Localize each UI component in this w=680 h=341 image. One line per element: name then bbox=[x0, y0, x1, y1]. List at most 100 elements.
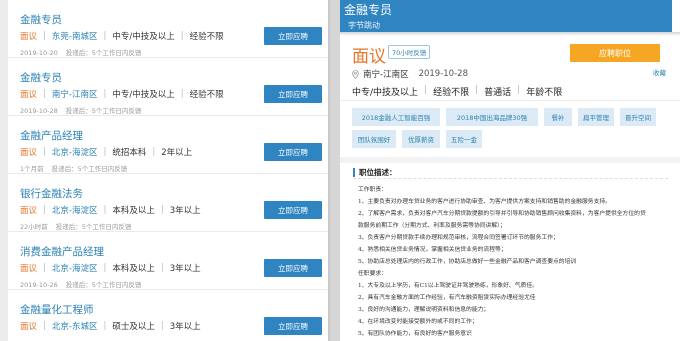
job-list-item[interactable]: 银行金融法务 面议 | 北京-海淀区 | 本科及以上 | 3年以上 22小时前 投递后：… bbox=[8, 174, 328, 232]
screenshot-stage: 金融专员 面议 | 东莞-南城区 | 中专/中技及以上 | 经验不限 2019-10-… bbox=[0, 0, 680, 341]
description-line: 2、了解客户需求，负责对客户汽车分期贷款提额的引导并引导和协助销售顾问收集资料，… bbox=[358, 211, 646, 217]
company-name[interactable]: 字节跳动 bbox=[348, 20, 380, 31]
job-sub-info: 22小时前 投递后：5个工作日内反馈 bbox=[20, 221, 131, 231]
job-meta: 面议 | 北京-海淀区 | 统招本科 | 2年以上 bbox=[20, 147, 193, 158]
job-education: 本科及以上 bbox=[112, 206, 155, 216]
job-detail-panel: 金融专员 字节跳动 面议 70小时反馈 应聘职位 收藏 南宁-江南区 2019-… bbox=[340, 0, 680, 341]
apply-button[interactable]: 立即应聘 bbox=[264, 259, 322, 277]
job-location: 北京-东城区 bbox=[51, 322, 98, 332]
benefit-tag: 餐补 bbox=[544, 108, 572, 126]
description-line: 任职要求： bbox=[358, 271, 387, 277]
job-meta: 面议 | 东莞-南城区 | 中专/中技及以上 | 经验不限 bbox=[20, 31, 224, 42]
job-salary: 面议 bbox=[20, 148, 38, 158]
benefit-tag: 扁平管理 bbox=[578, 108, 614, 126]
description-line: 工作职责： bbox=[358, 187, 387, 193]
job-feedback-note: 投递后：5个工作日内反馈 bbox=[65, 49, 142, 57]
description-line: 1、主要负责对办理车贷业务的客户进行协助审查、为客户提供方案支持和销售助的金融服… bbox=[358, 199, 611, 205]
job-title-link[interactable]: 金融专员 bbox=[20, 12, 62, 27]
job-salary: 面议 bbox=[20, 32, 38, 42]
job-list-item[interactable]: 金融专员 面议 | 东莞-南城区 | 中专/中技及以上 | 经验不限 2019-10-… bbox=[8, 0, 328, 58]
job-salary: 面议 bbox=[20, 90, 38, 100]
job-location: 北京-海淀区 bbox=[51, 148, 98, 158]
job-education: 硕士及以上 bbox=[112, 322, 155, 332]
requirement-language: 普通话 bbox=[484, 88, 512, 98]
job-meta: 面议 | 北京-海淀区 | 本科及以上 | 3年以上 bbox=[20, 263, 201, 274]
divider bbox=[340, 100, 680, 101]
job-sub-info: 1个月前 投递后：5个工作日内反馈 bbox=[20, 163, 127, 173]
job-meta: 面议 | 北京-东城区 | 硕士及以上 | 3年以上 bbox=[20, 321, 201, 332]
description-line: 2、具有汽车金融方面的工作经验，有汽车融资租赁实际办理经验尤佳 bbox=[358, 295, 536, 301]
description-line: 4、熟悉相关信贷业务情况，掌握相关信贷业务的流程等； bbox=[358, 247, 507, 253]
detail-date: 2019-10-28 bbox=[418, 69, 468, 79]
job-list-item[interactable]: 金融专员 面议 | 南宁-江南区 | 中专/中技及以上 | 经验不限 2019-10-… bbox=[8, 58, 328, 116]
header-shadow bbox=[340, 32, 680, 36]
job-experience: 3年以上 bbox=[169, 322, 201, 332]
job-meta: 面议 | 北京-海淀区 | 本科及以上 | 3年以上 bbox=[20, 205, 201, 216]
job-sub-info: 2019-10-26 投递后：5个工作日内反馈 bbox=[20, 279, 141, 289]
job-experience: 经验不限 bbox=[189, 90, 224, 100]
job-feedback-note: 投递后：5个工作日内反馈 bbox=[55, 223, 132, 231]
benefit-tag: 优厚薪资 bbox=[402, 130, 440, 148]
job-location: 北京-海淀区 bbox=[51, 206, 98, 216]
requirement-age: 年龄不限 bbox=[526, 88, 563, 98]
detail-location-row: 南宁-江南区 2019-10-28 bbox=[352, 68, 468, 80]
job-meta: 面议 | 南宁-江南区 | 中专/中技及以上 | 经验不限 bbox=[20, 89, 224, 100]
location-pin-icon bbox=[352, 69, 359, 79]
job-education: 统招本科 bbox=[112, 148, 147, 158]
apply-button[interactable]: 立即应聘 bbox=[264, 317, 322, 335]
job-feedback-note: 投递后：5个工作日内反馈 bbox=[65, 281, 142, 289]
apply-button[interactable]: 立即应聘 bbox=[264, 201, 322, 219]
benefit-tag: 2018金融人工智能百强 bbox=[352, 108, 440, 126]
benefit-tag: 晋升空间 bbox=[620, 108, 656, 126]
job-feedback-note: 投递后：5个工作日内反馈 bbox=[65, 107, 142, 115]
job-title-link[interactable]: 金融量化工程师 bbox=[20, 302, 94, 317]
job-salary: 面议 bbox=[20, 206, 38, 216]
job-date: 22小时前 bbox=[20, 223, 48, 231]
job-title-link[interactable]: 金融专员 bbox=[20, 70, 62, 85]
collect-link[interactable]: 收藏 bbox=[653, 67, 666, 77]
job-list-panel: 金融专员 面议 | 东莞-南城区 | 中专/中技及以上 | 经验不限 2019-10-… bbox=[8, 0, 328, 341]
job-date: 2019-10-28 bbox=[20, 107, 58, 115]
apply-button[interactable]: 立即应聘 bbox=[264, 85, 322, 103]
apply-button[interactable]: 立即应聘 bbox=[264, 143, 322, 161]
apply-position-button[interactable]: 应聘职位 bbox=[570, 44, 660, 62]
benefit-tag: 团队氛围好 bbox=[352, 130, 396, 148]
detail-salary: 面议 bbox=[352, 47, 386, 67]
job-experience: 经验不限 bbox=[189, 32, 224, 42]
job-title-link[interactable]: 消费金融产品经理 bbox=[20, 244, 104, 259]
requirement-education: 中专/中技及以上 bbox=[352, 88, 419, 98]
description-line: 5、有团队协作能力，有良好的客户服务意识 bbox=[358, 331, 472, 337]
description-line: 1、大专及以上学历，有C1以上驾驶证并驾驶熟练，形象好、气质佳。 bbox=[358, 283, 538, 289]
job-salary: 面议 bbox=[20, 322, 38, 332]
description-line: 3、良好的沟通能力，理解说明资料和信息的能力； bbox=[358, 307, 490, 313]
job-experience: 3年以上 bbox=[169, 264, 201, 274]
benefit-tag: 2018中国出海品牌30强 bbox=[446, 108, 538, 126]
apply-button[interactable]: 立即应聘 bbox=[264, 27, 322, 45]
description-line: 3、负责客户分期贷款手续办理和规范审核，流程合同签署订环节的服务工作； bbox=[358, 235, 559, 241]
benefit-tag: 五险一金 bbox=[446, 130, 482, 148]
description-line: 款服务前期工作（分期方式、利率及服务需等协同讲解）； bbox=[358, 223, 506, 229]
job-title-link[interactable]: 金融产品经理 bbox=[20, 128, 83, 143]
job-location: 北京-海淀区 bbox=[51, 264, 98, 274]
job-list-item[interactable]: 消费金融产品经理 面议 | 北京-海淀区 | 本科及以上 | 3年以上 2019-10… bbox=[8, 232, 328, 290]
panel-edge-shadow bbox=[328, 0, 330, 341]
job-date: 1个月前 bbox=[20, 165, 44, 173]
job-sub-info: 2019-10-28 投递后：5个工作日内反馈 bbox=[20, 105, 141, 115]
job-list-item[interactable]: 金融量化工程师 面议 | 北京-东城区 | 硕士及以上 | 3年以上 立即应聘 bbox=[8, 290, 328, 341]
job-date: 2019-10-26 bbox=[20, 281, 58, 289]
description-line: 4、在环境改变时能接受额外的或不同的工作； bbox=[358, 319, 478, 325]
job-experience: 3年以上 bbox=[169, 206, 201, 216]
job-sub-info: 2019-10-20 投递后：5个工作日内反馈 bbox=[20, 47, 141, 57]
job-location: 南宁-江南区 bbox=[51, 90, 98, 100]
job-location: 东莞-南城区 bbox=[51, 32, 98, 42]
dashed-divider bbox=[353, 178, 668, 179]
detail-header-title: 金融专员 bbox=[344, 3, 393, 17]
job-date: 2019-10-20 bbox=[20, 49, 58, 57]
job-experience: 2年以上 bbox=[161, 148, 193, 158]
job-feedback-note: 投递后：5个工作日内反馈 bbox=[51, 165, 128, 173]
job-list-item[interactable]: 金融产品经理 面议 | 北京-海淀区 | 统招本科 | 2年以上 1个月前 投递后：5个… bbox=[8, 116, 328, 174]
job-education: 本科及以上 bbox=[112, 264, 155, 274]
detail-location: 南宁-江南区 bbox=[363, 70, 409, 80]
requirement-experience: 经验不限 bbox=[433, 88, 470, 98]
job-title-link[interactable]: 银行金融法务 bbox=[20, 186, 83, 201]
